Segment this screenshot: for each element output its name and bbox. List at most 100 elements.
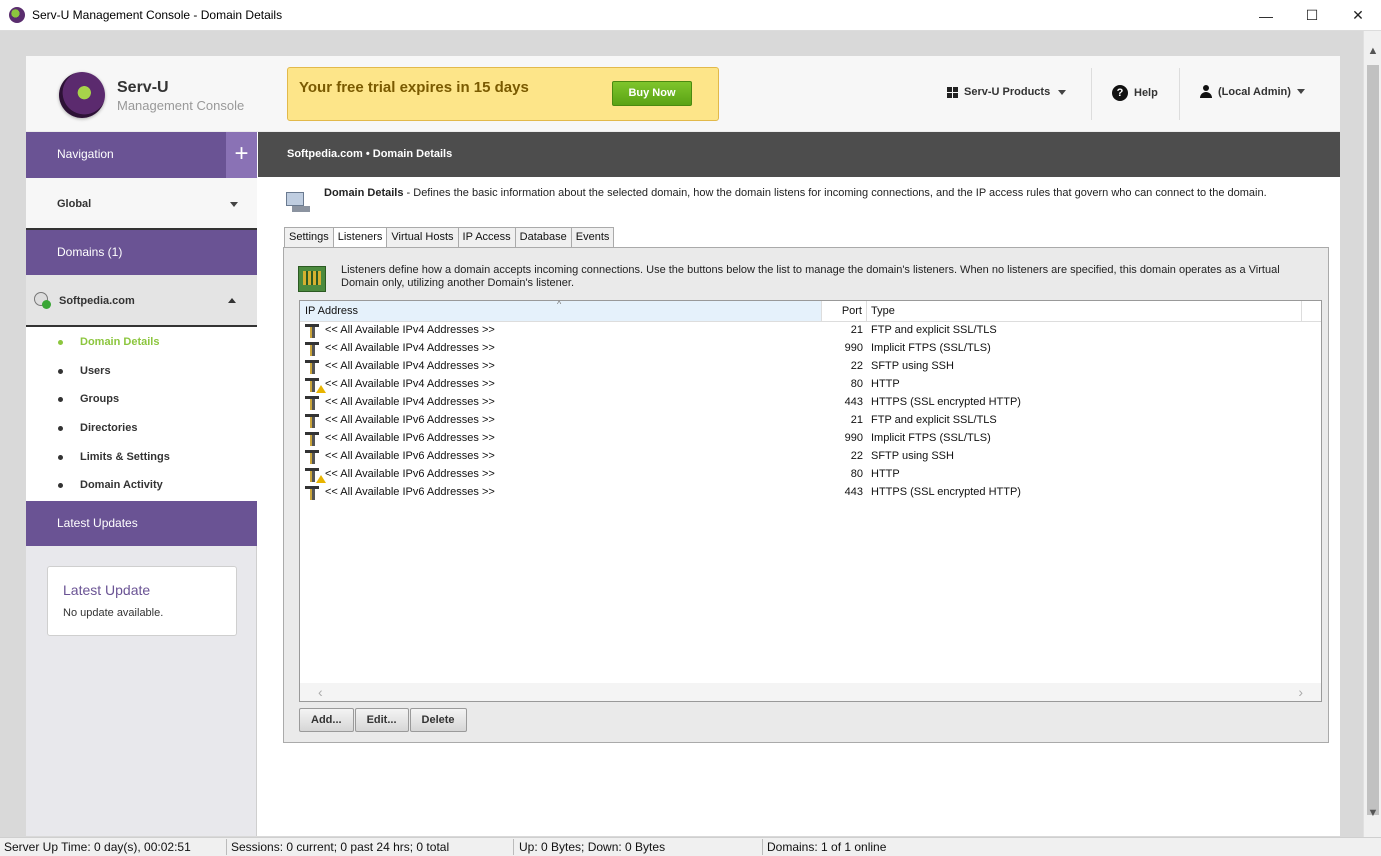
tab-listeners[interactable]: Listeners	[332, 227, 387, 249]
page-title: Domain Details	[324, 187, 404, 199]
scroll-down-icon[interactable]: ▼	[1367, 807, 1379, 819]
app-header: Serv-U Management Console Your free tria…	[26, 56, 1340, 132]
latest-updates-label: Latest Updates	[57, 516, 138, 530]
listener-warning-icon	[305, 468, 326, 483]
table-row[interactable]: << All Available IPv6 Addresses >> 990 Imp…	[300, 430, 1321, 448]
domains-header[interactable]: Domains (1)	[26, 230, 257, 275]
chevron-down-icon	[1296, 89, 1305, 94]
close-button[interactable]: ✕	[1335, 0, 1381, 31]
help-icon: ?	[1112, 85, 1128, 101]
scrollbar-thumb[interactable]	[1367, 65, 1379, 815]
sidebar-item-users[interactable]: Users	[26, 360, 257, 388]
cell-type: SFTP using SSH	[871, 360, 954, 372]
status-domains: Domains: 1 of 1 online	[767, 840, 887, 854]
table-row[interactable]: << All Available IPv4 Addresses >> 443 HTT…	[300, 394, 1321, 412]
sidebar-item-domain-details[interactable]: Domain Details	[26, 331, 257, 359]
table-row[interactable]: << All Available IPv6 Addresses >> 443 HTT…	[300, 484, 1321, 502]
listener-warning-icon	[305, 378, 326, 393]
listeners-list[interactable]: IP Address ^ Port Type << All Available …	[299, 299, 1322, 702]
table-row[interactable]: << All Available IPv6 Addresses >> 80 HTTP	[300, 466, 1321, 484]
breadcrumb-text: Softpedia.com • Domain Details	[287, 148, 453, 160]
sidebar-item-label: Users	[80, 365, 111, 377]
network-card-icon	[298, 266, 326, 292]
latest-update-text: No update available.	[63, 607, 164, 619]
table-row[interactable]: << All Available IPv4 Addresses >> 21 FTP …	[300, 322, 1321, 340]
tab-settings[interactable]: Settings	[284, 227, 333, 248]
window-titlebar: Serv-U Management Console - Domain Detai…	[0, 0, 1381, 31]
horizontal-scrollbar[interactable]: ‹ ›	[300, 683, 1321, 701]
cell-port: 990	[844, 432, 863, 444]
trial-banner: Your free trial expires in 15 days Buy N…	[287, 67, 719, 121]
user-menu[interactable]: (Local Admin)	[1200, 85, 1305, 98]
table-row[interactable]: << All Available IPv6 Addresses >> 22 SFTP…	[300, 448, 1321, 466]
listener-icon	[305, 342, 319, 356]
tab-ip-access[interactable]: IP Access	[457, 227, 515, 248]
status-uptime: Server Up Time: 0 day(s), 00:02:51	[4, 840, 191, 854]
listener-icon	[305, 432, 319, 446]
cell-type: HTTP	[871, 378, 900, 390]
bullet-icon	[58, 426, 63, 431]
online-check-icon	[42, 300, 51, 309]
add-icon[interactable]: +	[226, 132, 257, 178]
column-header-label: Port	[841, 305, 862, 317]
products-menu[interactable]: Serv-U Products	[947, 86, 1067, 98]
cell-ip: << All Available IPv4 Addresses >>	[325, 378, 495, 390]
listener-icon	[305, 414, 319, 428]
cell-ip: << All Available IPv6 Addresses >>	[325, 414, 495, 426]
serv-u-logo-icon	[59, 72, 105, 118]
cell-ip: << All Available IPv6 Addresses >>	[325, 450, 495, 462]
cell-ip: << All Available IPv4 Addresses >>	[325, 342, 495, 354]
scroll-left-icon[interactable]: ‹	[318, 684, 323, 700]
app-icon	[9, 7, 25, 23]
listener-icon	[305, 324, 319, 338]
sidebar-item-domain-activity[interactable]: Domain Activity	[26, 474, 257, 502]
sort-ascending-icon: ^	[557, 299, 562, 309]
add-button[interactable]: Add...	[299, 708, 354, 732]
cell-port: 21	[850, 324, 863, 336]
table-row[interactable]: << All Available IPv4 Addresses >> 80 HTTP	[300, 376, 1321, 394]
sidebar-item-global[interactable]: Global	[26, 178, 257, 230]
minimize-button[interactable]: —	[1243, 0, 1289, 31]
tab-virtual-hosts[interactable]: Virtual Hosts	[386, 227, 458, 248]
cell-type: FTP and explicit SSL/TLS	[871, 414, 997, 426]
bullet-icon	[58, 369, 63, 374]
column-header-port[interactable]: Port	[822, 301, 867, 321]
cell-port: 443	[844, 486, 863, 498]
table-row[interactable]: << All Available IPv4 Addresses >> 990 Imp…	[300, 340, 1321, 358]
maximize-button[interactable]: ☐	[1289, 0, 1335, 31]
domains-label: Domains (1)	[57, 245, 123, 259]
table-row[interactable]: << All Available IPv6 Addresses >> 21 FTP …	[300, 412, 1321, 430]
sidebar-item-label: Groups	[80, 393, 120, 405]
help-label: Help	[1134, 87, 1158, 99]
latest-update-card: Latest Update No update available.	[47, 566, 237, 636]
vertical-scrollbar[interactable]: ▲ ▼	[1363, 31, 1381, 837]
delete-button[interactable]: Delete	[409, 708, 467, 732]
table-row[interactable]: << All Available IPv4 Addresses >> 22 SFTP…	[300, 358, 1321, 376]
column-header-type[interactable]: Type	[867, 301, 1302, 321]
help-button[interactable]: ? Help	[1112, 85, 1158, 101]
scroll-right-icon[interactable]: ›	[1298, 684, 1303, 700]
sidebar: Navigation + Global Domains (1) Softpedi…	[26, 132, 257, 836]
column-header-ip[interactable]: IP Address ^	[300, 299, 822, 321]
sidebar-item-groups[interactable]: Groups	[26, 388, 257, 416]
tab-database[interactable]: Database	[514, 227, 571, 248]
listeners-description: Listeners define how a domain accepts in…	[341, 264, 1280, 289]
status-bar: Server Up Time: 0 day(s), 00:02:51 Sessi…	[0, 837, 1381, 856]
global-label: Global	[57, 198, 92, 210]
sidebar-item-label: Domain Activity	[80, 479, 163, 491]
chevron-down-icon	[230, 202, 238, 207]
scroll-up-icon[interactable]: ▲	[1367, 45, 1379, 57]
buy-now-button[interactable]: Buy Now	[612, 81, 692, 106]
status-sessions: Sessions: 0 current; 0 past 24 hrs; 0 to…	[231, 840, 450, 854]
sidebar-item-directories[interactable]: Directories	[26, 417, 257, 445]
latest-updates-header[interactable]: Latest Updates	[26, 501, 257, 546]
sidebar-item-limits-settings[interactable]: Limits & Settings	[26, 446, 257, 474]
edit-button[interactable]: Edit...	[354, 708, 409, 732]
bullet-icon	[58, 455, 63, 460]
status-divider	[513, 839, 514, 855]
tab-events[interactable]: Events	[570, 227, 615, 248]
breadcrumb: Softpedia.com • Domain Details	[258, 132, 1340, 177]
sidebar-item-domain[interactable]: Softpedia.com	[26, 275, 257, 327]
page-description-text: - Defines the basic information about th…	[403, 187, 1267, 199]
tab-strip: Settings Listeners Virtual Hosts IP Acce…	[284, 227, 615, 249]
